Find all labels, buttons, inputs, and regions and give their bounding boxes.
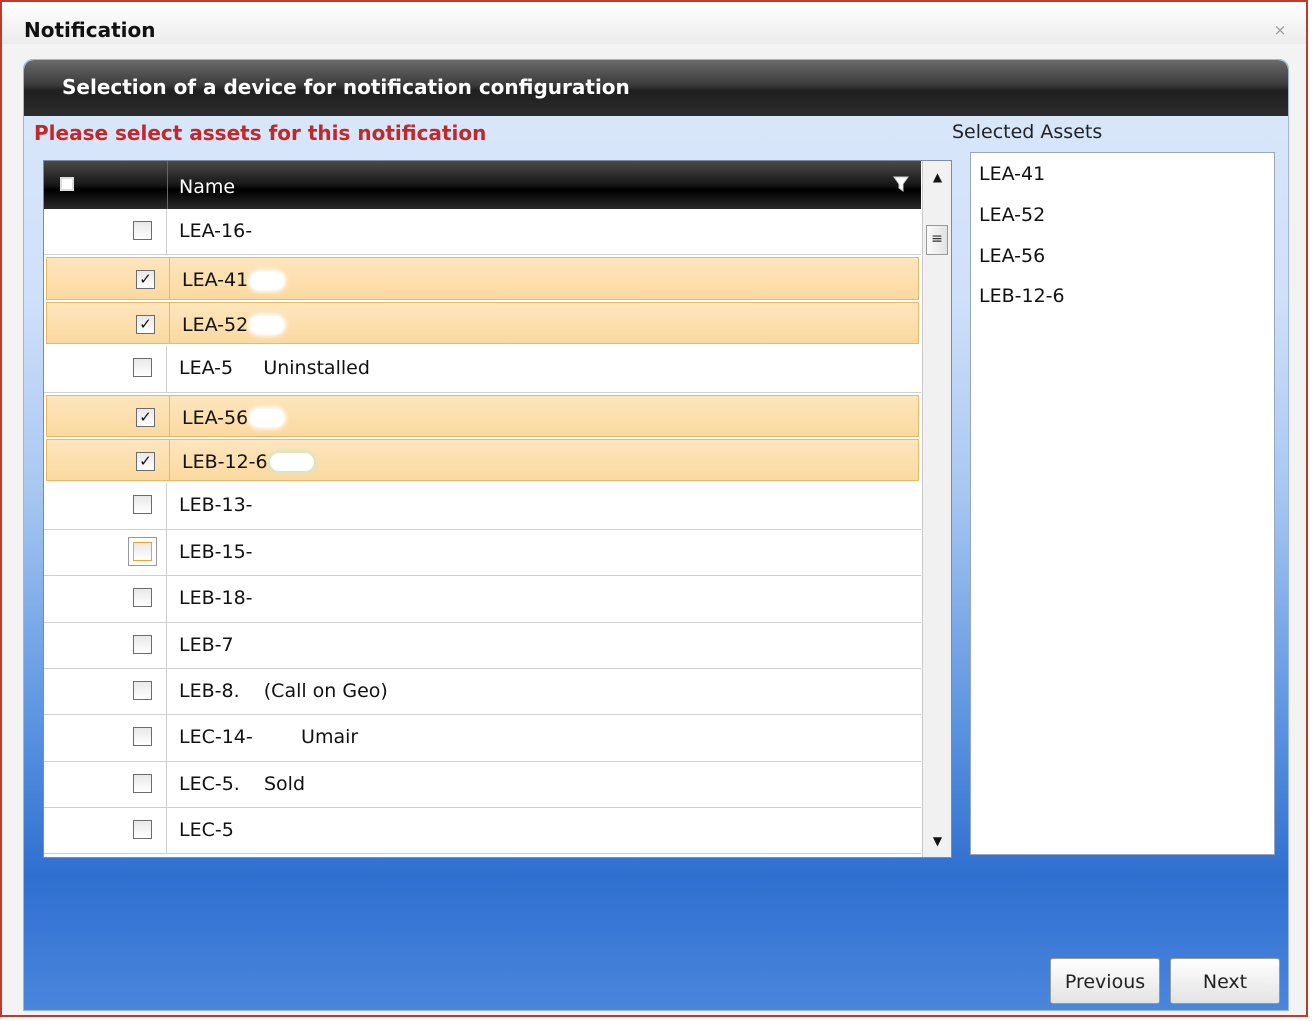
redaction-mark: [250, 409, 285, 428]
asset-name: LEC-5. Sold: [179, 772, 306, 795]
list-item[interactable]: LEA-52: [971, 194, 1274, 235]
redaction-mark: [269, 453, 314, 472]
window-title: Notification: [24, 18, 156, 42]
list-item[interactable]: LEA-41: [971, 153, 1274, 194]
scroll-down-arrow-icon[interactable]: ▼: [923, 831, 951, 851]
checked-checkbox[interactable]: ✓: [136, 270, 155, 290]
row-checkbox[interactable]: [133, 221, 152, 240]
row-check-cell: [44, 715, 167, 761]
row-checkbox[interactable]: [128, 536, 157, 566]
asset-name: LEA-52: [182, 314, 285, 336]
name-column-header[interactable]: Name: [179, 176, 235, 198]
grid-header: Name: [44, 161, 921, 209]
row-check-cell: [44, 808, 167, 854]
table-row[interactable]: LEC-5. Sold: [44, 761, 921, 809]
asset-name: LEB-8. (Call on Geo): [179, 679, 388, 702]
table-row[interactable]: ✓ LEA-56: [46, 394, 919, 437]
row-check-cell: ✓: [47, 439, 170, 481]
asset-name: LEB-18-: [179, 587, 253, 610]
table-row[interactable]: LEB-8. (Call on Geo): [44, 668, 921, 716]
row-check-cell: [44, 209, 167, 255]
asset-name: LEA-5 Uninstalled: [179, 357, 370, 380]
row-check-cell: ✓: [47, 302, 170, 344]
table-row[interactable]: LEC-14- Umair: [44, 715, 921, 762]
checked-checkbox[interactable]: ✓: [136, 451, 155, 471]
select-prompt: Please select assets for this notificati…: [34, 121, 487, 145]
asset-name: LEC-14- Umair: [179, 726, 359, 749]
row-check-cell: [44, 622, 167, 668]
asset-name: LEB-15-: [179, 540, 253, 563]
row-checkbox[interactable]: [133, 680, 152, 700]
previous-button[interactable]: Previous: [1050, 958, 1160, 1004]
filter-icon[interactable]: [893, 175, 909, 193]
select-all-checkbox[interactable]: [60, 177, 74, 191]
row-check-cell: ✓: [47, 258, 170, 299]
row-checkbox[interactable]: [133, 588, 152, 608]
table-row[interactable]: LEA-5 Uninstalled: [44, 346, 921, 393]
row-checkbox[interactable]: [133, 358, 152, 378]
next-button[interactable]: Next: [1170, 958, 1280, 1004]
row-check-cell: [44, 346, 167, 392]
panel-header: Selection of a device for notification c…: [24, 60, 1288, 116]
row-check-cell: ✓: [47, 395, 170, 436]
table-row[interactable]: LEB-18-: [44, 576, 921, 623]
checked-checkbox[interactable]: ✓: [136, 314, 155, 334]
header-divider: [167, 161, 168, 209]
row-check-cell: [44, 483, 167, 529]
row-checkbox[interactable]: [133, 727, 152, 747]
row-checkbox[interactable]: [133, 820, 152, 840]
row-checkbox[interactable]: [133, 634, 152, 654]
asset-name: LEA-56: [182, 407, 285, 429]
table-row[interactable]: ✓ LEA-52: [46, 301, 919, 345]
asset-name: LEC-5: [179, 819, 234, 842]
close-icon[interactable]: ⨯: [1272, 22, 1288, 38]
row-check-cell: [44, 529, 167, 576]
grid-scrollbar[interactable]: ▲ ≡ ▼: [922, 161, 951, 857]
table-row[interactable]: LEB-15-: [44, 529, 921, 577]
table-row[interactable]: ✓ LEB-12-6: [46, 438, 919, 482]
assets-grid: Name LEA-16- ✓ LEA-41 ✓ LEA-52 LEA-5 Uninstal…: [43, 160, 952, 858]
selected-assets-label: Selected Assets: [952, 121, 1103, 143]
scroll-up-arrow-icon[interactable]: ▲: [923, 167, 951, 187]
row-checkbox[interactable]: [133, 495, 152, 515]
redaction-mark: [250, 316, 285, 335]
asset-name: LEB-13-: [179, 494, 253, 517]
table-row[interactable]: LEC-5: [44, 808, 921, 855]
row-checkbox[interactable]: [133, 773, 152, 793]
grid-rows: LEA-16- ✓ LEA-41 ✓ LEA-52 LEA-5 Uninstalled ✓ L…: [44, 209, 921, 855]
table-row[interactable]: LEA-16-: [44, 209, 921, 256]
selected-assets-list: LEA-41 LEA-52 LEA-56 LEB-12-6: [970, 152, 1275, 855]
title-bar: Notification ⨯: [2, 2, 1306, 44]
table-row[interactable]: ✓ LEA-41: [46, 257, 919, 300]
redaction-mark: [250, 271, 285, 290]
row-check-cell: [44, 761, 167, 808]
table-row[interactable]: LEB-13-: [44, 483, 921, 530]
row-check-cell: [44, 668, 167, 715]
table-row[interactable]: LEB-7: [44, 622, 921, 669]
checked-checkbox[interactable]: ✓: [136, 407, 155, 427]
list-item[interactable]: LEB-12-6: [971, 275, 1274, 316]
asset-name: LEB-12-6: [182, 451, 314, 473]
asset-name: LEB-7: [179, 633, 234, 656]
asset-name: LEA-16-: [179, 220, 253, 242]
list-item[interactable]: LEA-56: [971, 235, 1274, 276]
scroll-thumb[interactable]: ≡: [926, 225, 948, 255]
row-check-cell: [44, 576, 167, 622]
asset-name: LEA-41: [182, 269, 285, 291]
panel-header-title: Selection of a device for notification c…: [62, 75, 630, 99]
